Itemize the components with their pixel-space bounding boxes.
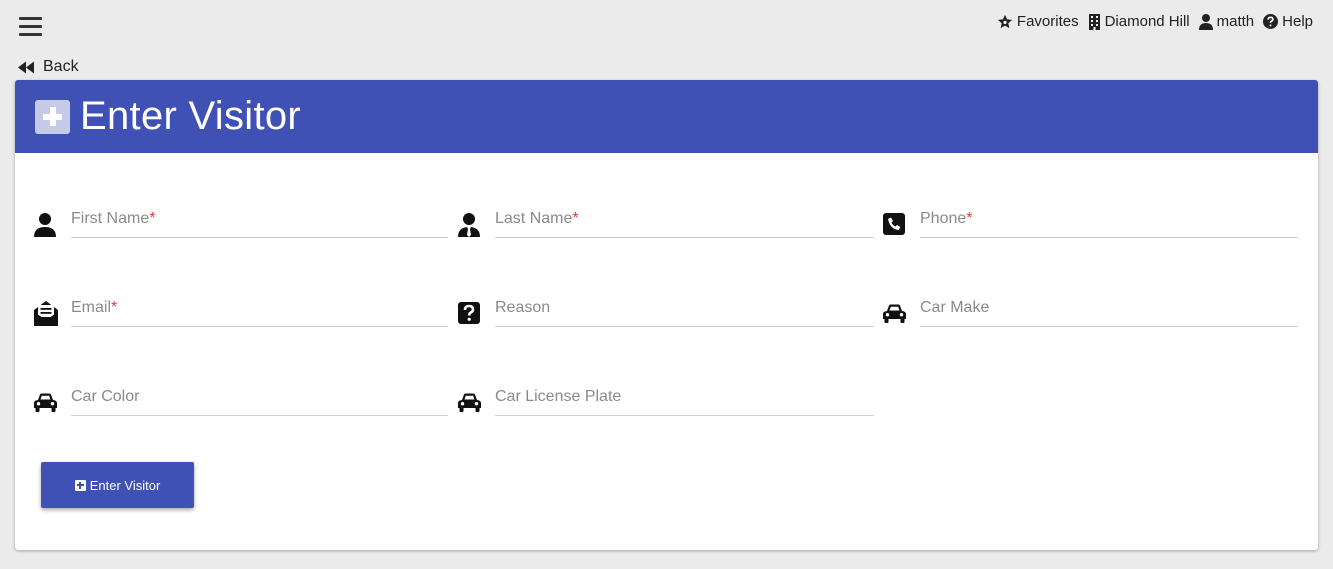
car-icon <box>883 304 906 323</box>
user-link[interactable]: matth <box>1198 13 1255 30</box>
user-icon <box>1198 13 1213 30</box>
building-icon <box>1088 13 1100 30</box>
car-make-input[interactable] <box>920 297 1298 326</box>
hamburger-menu-icon[interactable] <box>19 16 42 37</box>
help-label: Help <box>1282 13 1313 30</box>
car-icon <box>34 393 57 412</box>
user-tie-icon <box>458 213 480 237</box>
enter-visitor-button-label: Enter Visitor <box>89 477 161 493</box>
card-header: Enter Visitor <box>15 80 1318 153</box>
user-icon <box>34 213 56 237</box>
car-license-plate-input[interactable] <box>495 386 874 415</box>
envelope-open-text-icon <box>34 301 58 326</box>
question-square-icon <box>458 302 480 324</box>
enter-visitor-button[interactable]: Enter Visitor <box>41 462 194 508</box>
question-circle-icon <box>1263 14 1279 29</box>
back-link[interactable]: Back <box>18 58 79 76</box>
last-name-input[interactable] <box>495 208 874 237</box>
help-link[interactable]: Help <box>1263 13 1313 30</box>
star-icon <box>997 14 1013 28</box>
backward-icon <box>18 61 34 73</box>
building-label: Diamond Hill <box>1104 13 1190 30</box>
email-input[interactable] <box>71 297 448 326</box>
enter-visitor-card: Enter Visitor First Name* Last Name* Pho <box>15 80 1318 550</box>
phone-input[interactable] <box>920 208 1298 237</box>
page-title: Enter Visitor <box>80 94 302 138</box>
reason-input[interactable] <box>495 297 874 326</box>
favorites-label: Favorites <box>1016 13 1079 30</box>
back-label: Back <box>43 58 79 75</box>
phone-square-icon <box>883 213 905 235</box>
favorites-link[interactable]: Favorites <box>997 13 1079 30</box>
building-link[interactable]: Diamond Hill <box>1088 13 1190 30</box>
user-label: matth <box>1216 13 1255 30</box>
plus-square-icon <box>35 99 70 134</box>
car-icon <box>458 393 481 412</box>
top-nav: Favorites Diamond Hill matth Help <box>988 13 1313 30</box>
plus-square-icon <box>74 479 86 491</box>
top-bar: Favorites Diamond Hill matth Help <box>0 0 1333 50</box>
car-color-input[interactable] <box>71 386 448 415</box>
first-name-input[interactable] <box>71 208 448 237</box>
